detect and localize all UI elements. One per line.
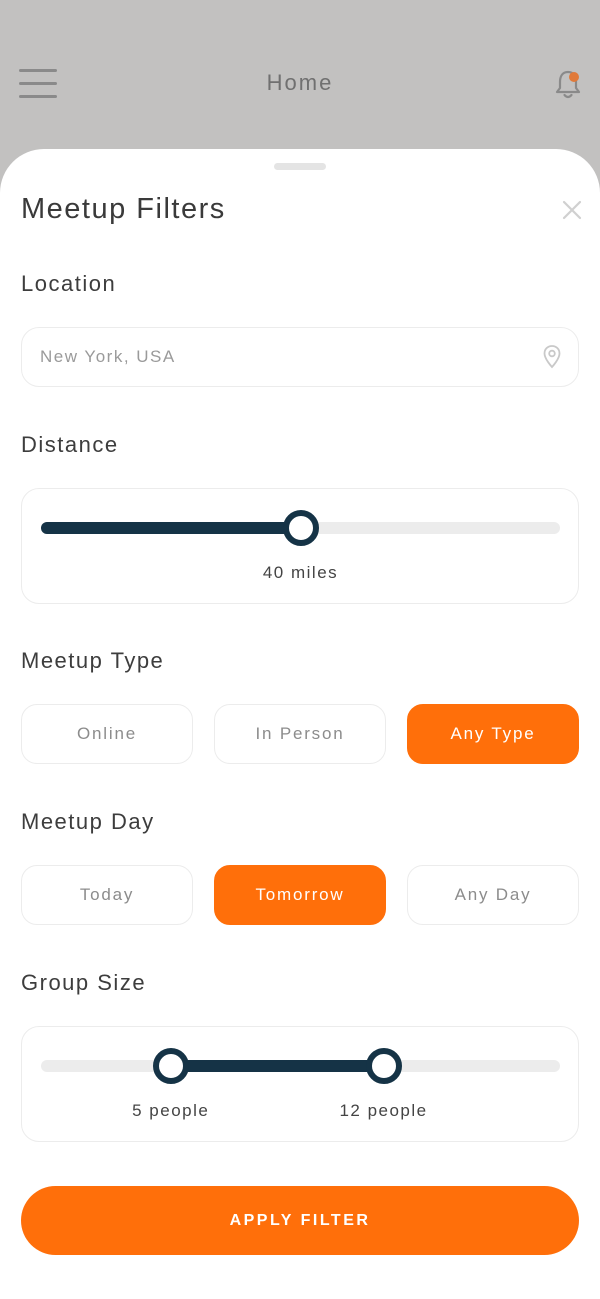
close-icon[interactable] [561, 199, 583, 221]
notification-dot [569, 72, 579, 82]
distance-value: 40 miles [262, 563, 339, 582]
group-size-slider-fill [170, 1060, 384, 1072]
day-option-any-day[interactable]: Any Day [407, 865, 579, 925]
distance-slider-handle[interactable] [282, 510, 319, 546]
filter-sheet: Meetup Filters Location Distance 40 mile… [0, 149, 600, 1299]
group-size-slider-card: 5 people 12 people [21, 1026, 579, 1142]
map-pin-icon [542, 344, 562, 370]
location-field [21, 327, 579, 387]
group-size-min-value: 5 people [132, 1101, 210, 1120]
distance-slider-fill [41, 522, 301, 534]
group-size-max-handle[interactable] [365, 1048, 402, 1084]
group-size-label: Group Size [21, 970, 147, 995]
sheet-title: Meetup Filters [21, 193, 226, 225]
location-label: Location [21, 271, 117, 296]
distance-slider-card: 40 miles [21, 488, 579, 604]
group-size-max-value: 12 people [339, 1101, 428, 1120]
page-title: Home [266, 70, 334, 95]
day-option-tomorrow[interactable]: Tomorrow [214, 865, 386, 925]
day-option-today[interactable]: Today [21, 865, 193, 925]
group-size-min-handle[interactable] [152, 1048, 189, 1084]
type-option-any-type[interactable]: Any Type [407, 704, 579, 764]
type-option-in-person[interactable]: In Person [214, 704, 386, 764]
location-input[interactable] [40, 328, 520, 385]
meetup-type-label: Meetup Type [21, 648, 165, 673]
drag-handle[interactable] [274, 163, 326, 170]
distance-label: Distance [21, 432, 119, 457]
apply-filter-button[interactable]: APPLY FILTER [21, 1186, 579, 1255]
bell-icon[interactable] [552, 68, 584, 100]
type-option-online[interactable]: Online [21, 704, 193, 764]
group-size-slider-track[interactable] [41, 1060, 560, 1072]
meetup-day-label: Meetup Day [21, 809, 155, 834]
top-bar: Home [0, 0, 600, 150]
